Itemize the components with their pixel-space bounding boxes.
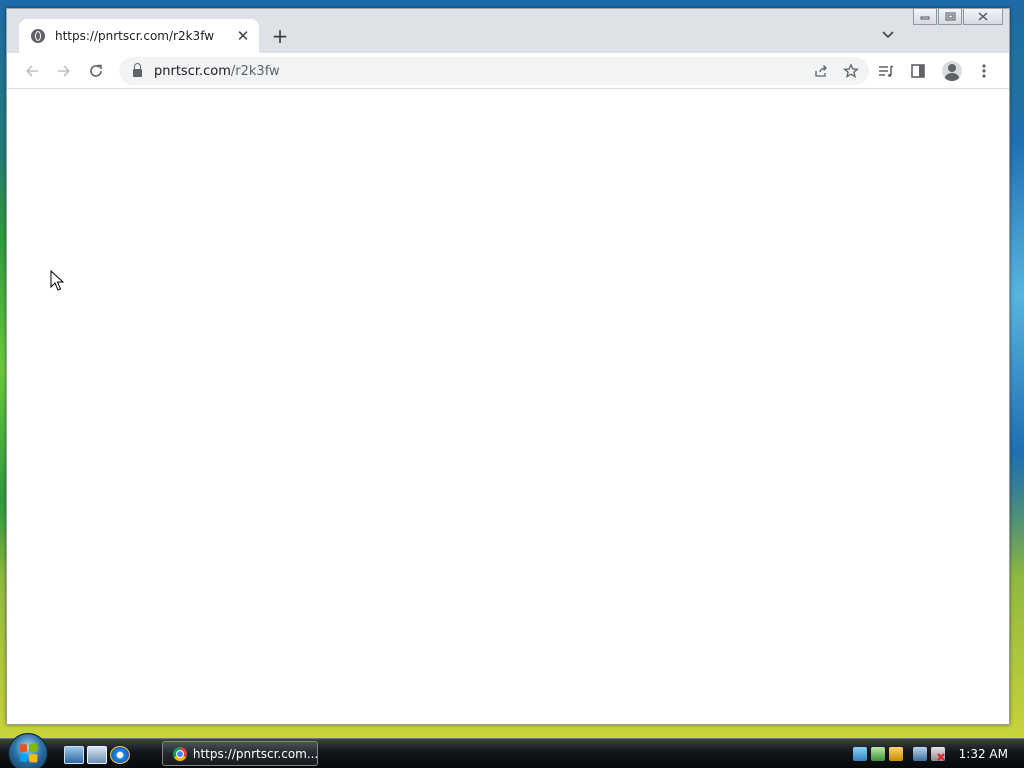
share-icon[interactable]: [809, 59, 833, 83]
internet-explorer-icon[interactable]: [110, 746, 130, 764]
tab-title: https://pnrtscr.com/r2k3fw: [55, 29, 215, 43]
profile-avatar-icon[interactable]: [939, 58, 965, 84]
mouse-cursor-icon: [50, 269, 65, 292]
security-shield-icon[interactable]: [888, 746, 903, 761]
network-sync-icon[interactable]: [852, 746, 867, 761]
avatar: [942, 61, 962, 81]
tab-search-chevron-icon[interactable]: [877, 25, 899, 45]
forward-arrow-icon[interactable]: [51, 58, 77, 84]
reading-list-icon[interactable]: [873, 58, 899, 84]
new-tab-button[interactable]: +: [269, 24, 291, 48]
side-panel-icon[interactable]: [905, 58, 931, 84]
taskbar: https://pnrtscr.com... 1:32 AM: [0, 733, 1024, 768]
volume-muted-icon[interactable]: [930, 746, 945, 761]
reload-icon[interactable]: [83, 58, 109, 84]
menu-kebab-icon[interactable]: [971, 58, 997, 84]
url-text[interactable]: pnrtscr.com/r2k3fw: [154, 64, 809, 79]
url-host: pnrtscr.com: [154, 63, 231, 79]
show-desktop-icon[interactable]: [64, 746, 84, 764]
window-controls: [913, 9, 1003, 27]
url-path: /r2k3fw: [230, 63, 280, 79]
tab-strip: https://pnrtscr.com/r2k3fw ✕ +: [7, 9, 1009, 53]
network-icon[interactable]: [912, 746, 927, 761]
address-bar[interactable]: pnrtscr.com/r2k3fw: [119, 57, 869, 85]
back-arrow-icon[interactable]: [19, 58, 45, 84]
browser-window: https://pnrtscr.com/r2k3fw ✕ + pnrtscr.c…: [6, 8, 1010, 725]
windows-logo-icon: [19, 743, 38, 763]
close-icon[interactable]: [963, 9, 1003, 25]
minimize-icon[interactable]: [913, 9, 937, 25]
start-button[interactable]: [8, 733, 48, 768]
star-icon[interactable]: [839, 59, 863, 83]
maximize-icon[interactable]: [938, 9, 962, 25]
taskbar-chrome-window[interactable]: https://pnrtscr.com...: [162, 741, 318, 766]
chrome-icon: [173, 746, 187, 761]
clock[interactable]: 1:32 AM: [959, 747, 1008, 761]
windows-update-icon[interactable]: [870, 746, 885, 761]
switch-windows-icon[interactable]: [87, 746, 107, 764]
page-content[interactable]: [7, 89, 1009, 724]
globe-icon: [31, 29, 45, 43]
lock-icon[interactable]: [133, 63, 142, 77]
tab-active[interactable]: https://pnrtscr.com/r2k3fw ✕: [19, 19, 259, 53]
system-tray: 1:32 AM: [852, 739, 1024, 768]
tab-close-icon[interactable]: ✕: [233, 26, 253, 46]
browser-toolbar: pnrtscr.com/r2k3fw: [7, 53, 1009, 89]
taskbar-window-label: https://pnrtscr.com...: [192, 746, 317, 761]
